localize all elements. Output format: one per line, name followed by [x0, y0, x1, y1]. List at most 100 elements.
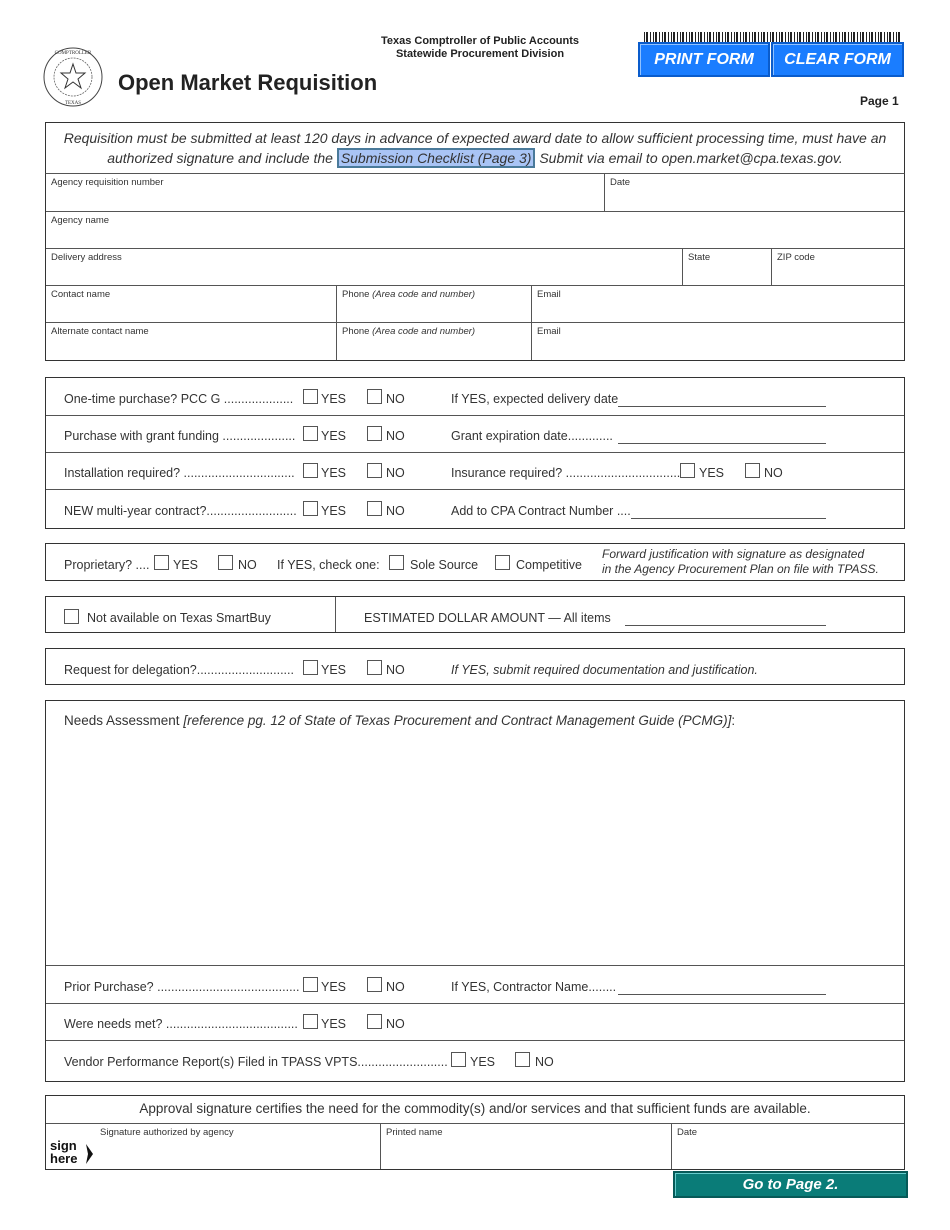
insurance-no-checkbox[interactable]	[745, 463, 760, 478]
competitive-label: Competitive	[516, 558, 582, 572]
yes-label: YES	[699, 466, 725, 480]
agency-info-grid: Agency requisition number Date Agency na…	[45, 173, 905, 361]
yes-label: YES	[321, 429, 347, 443]
field-label: Date	[677, 1127, 698, 1138]
needs-assessment-textarea[interactable]: Needs Assessment [reference pg. 12 of St…	[46, 701, 904, 966]
note-line-1: Forward justification with signature as …	[602, 547, 865, 561]
zip-code-field[interactable]: ZIP code	[771, 249, 904, 285]
multi-year-no-checkbox[interactable]	[367, 501, 382, 516]
one-time-yes-checkbox[interactable]	[303, 389, 318, 404]
sole-source-checkbox[interactable]	[389, 555, 404, 570]
field-label: Printed name	[386, 1127, 443, 1138]
grant-expiration-label: Grant expiration date.............	[451, 429, 613, 443]
agency-heading: Texas Comptroller of Public Accounts Sta…	[350, 35, 610, 61]
no-label: NO	[386, 1017, 405, 1031]
needs-met-no-checkbox[interactable]	[367, 1014, 382, 1029]
smartbuy-section: Not available on Texas SmartBuy ESTIMATE…	[45, 596, 905, 633]
purchase-questions: One-time purchase? PCC G ...............…	[45, 377, 905, 529]
row-address: Delivery address State ZIP code	[46, 249, 904, 286]
installation-no-checkbox[interactable]	[367, 463, 382, 478]
delivery-date-input[interactable]	[618, 406, 826, 407]
submission-notice: Requisition must be submitted at least 1…	[45, 122, 905, 174]
forward-justification-note: Forward justification with signature as …	[602, 547, 879, 577]
not-on-smartbuy-checkbox[interactable]	[64, 609, 79, 624]
needs-met-yes-checkbox[interactable]	[303, 1014, 318, 1029]
vendor-perf-no-checkbox[interactable]	[515, 1052, 530, 1067]
grant-no-checkbox[interactable]	[367, 426, 382, 441]
approval-date-field[interactable]: Date	[671, 1124, 904, 1169]
approval-statement: Approval signature certifies the need fo…	[46, 1096, 904, 1124]
page-title: Open Market Requisition	[118, 70, 378, 95]
estimated-dollar-label: ESTIMATED DOLLAR AMOUNT — All items	[364, 611, 611, 625]
vendor-performance-row: Vendor Performance Report(s) Filed in TP…	[46, 1041, 904, 1081]
field-hint: (Area code and number)	[372, 326, 476, 337]
alternate-phone-field[interactable]: Phone (Area code and number)	[336, 323, 531, 360]
comptroller-seal-logo: COMPTROLLER TEXAS	[43, 47, 103, 107]
no-label: NO	[386, 466, 405, 480]
field-label: Email	[537, 326, 561, 337]
vendor-performance-label: Vendor Performance Report(s) Filed in TP…	[64, 1055, 448, 1069]
agency-name-field[interactable]: Agency name	[46, 212, 904, 248]
field-label: Agency requisition number	[51, 177, 164, 188]
yes-label: YES	[321, 466, 347, 480]
no-label: NO	[238, 558, 257, 572]
grant-yes-checkbox[interactable]	[303, 426, 318, 441]
prior-no-checkbox[interactable]	[367, 977, 382, 992]
no-label: NO	[386, 980, 405, 994]
needs-assessment-section: Needs Assessment [reference pg. 12 of St…	[45, 700, 905, 1082]
proprietary-no-checkbox[interactable]	[218, 555, 233, 570]
alternate-email-field[interactable]: Email	[531, 323, 904, 360]
email-field[interactable]: Email	[531, 286, 904, 322]
yes-label: YES	[321, 392, 347, 406]
proprietary-yes-checkbox[interactable]	[154, 555, 169, 570]
one-time-no-checkbox[interactable]	[367, 389, 382, 404]
delegation-yes-checkbox[interactable]	[303, 660, 318, 675]
no-label: NO	[386, 429, 405, 443]
no-label: NO	[386, 663, 405, 677]
signature-field[interactable]: Signature authorized by agency sign here	[46, 1124, 380, 1169]
grant-expiration-input[interactable]	[618, 443, 826, 444]
insurance-yes-checkbox[interactable]	[680, 463, 695, 478]
needs-met-label: Were needs met? ........................…	[64, 1017, 298, 1031]
printed-name-field[interactable]: Printed name	[380, 1124, 671, 1169]
agency-line-2: Statewide Procurement Division	[395, 48, 565, 60]
print-form-button[interactable]: PRINT FORM	[638, 42, 770, 77]
delivery-address-field[interactable]: Delivery address	[46, 249, 682, 285]
installation-yes-checkbox[interactable]	[303, 463, 318, 478]
delegation-no-checkbox[interactable]	[367, 660, 382, 675]
prior-yes-checkbox[interactable]	[303, 977, 318, 992]
grant-funding-label: Purchase with grant funding ............…	[64, 429, 296, 443]
agency-requisition-number-field[interactable]: Agency requisition number	[46, 174, 604, 211]
no-label: NO	[386, 504, 405, 518]
contact-name-field[interactable]: Contact name	[46, 286, 336, 322]
alternate-contact-name-field[interactable]: Alternate contact name	[46, 323, 336, 360]
competitive-checkbox[interactable]	[495, 555, 510, 570]
signature-label: Signature authorized by agency	[100, 1127, 234, 1138]
vendor-perf-yes-checkbox[interactable]	[451, 1052, 466, 1067]
state-field[interactable]: State	[682, 249, 771, 285]
page-number: Page 1	[860, 94, 899, 108]
go-to-page-2-button[interactable]: Go to Page 2.	[673, 1171, 908, 1198]
row-requisition: Agency requisition number Date	[46, 174, 904, 212]
divider	[335, 597, 336, 632]
clear-form-button[interactable]: CLEAR FORM	[771, 42, 904, 77]
row-agency-name: Agency name	[46, 212, 904, 249]
yes-label: YES	[321, 663, 347, 677]
yes-label: YES	[321, 1017, 347, 1031]
date-field[interactable]: Date	[604, 174, 904, 211]
phone-field[interactable]: Phone (Area code and number)	[336, 286, 531, 322]
insurance-label: Insurance required? ....................…	[451, 466, 681, 480]
multi-year-label: NEW multi-year contract?................…	[64, 504, 297, 518]
check-one-label: If YES, check one:	[277, 558, 380, 572]
cpa-contract-input[interactable]	[631, 518, 826, 519]
submission-checklist-link[interactable]: Submission Checklist (Page 3)	[336, 148, 536, 168]
multi-year-yes-checkbox[interactable]	[303, 501, 318, 516]
estimated-dollar-input[interactable]	[625, 625, 826, 626]
field-label: State	[688, 252, 711, 263]
contractor-name-input[interactable]	[618, 994, 826, 995]
delegation-label: Request for delegation?.................…	[64, 663, 294, 677]
field-label: Email	[537, 289, 561, 300]
agency-line-1: Texas Comptroller of Public Accounts	[380, 35, 580, 47]
field-label: Date	[610, 177, 631, 188]
yes-label: YES	[470, 1055, 496, 1069]
